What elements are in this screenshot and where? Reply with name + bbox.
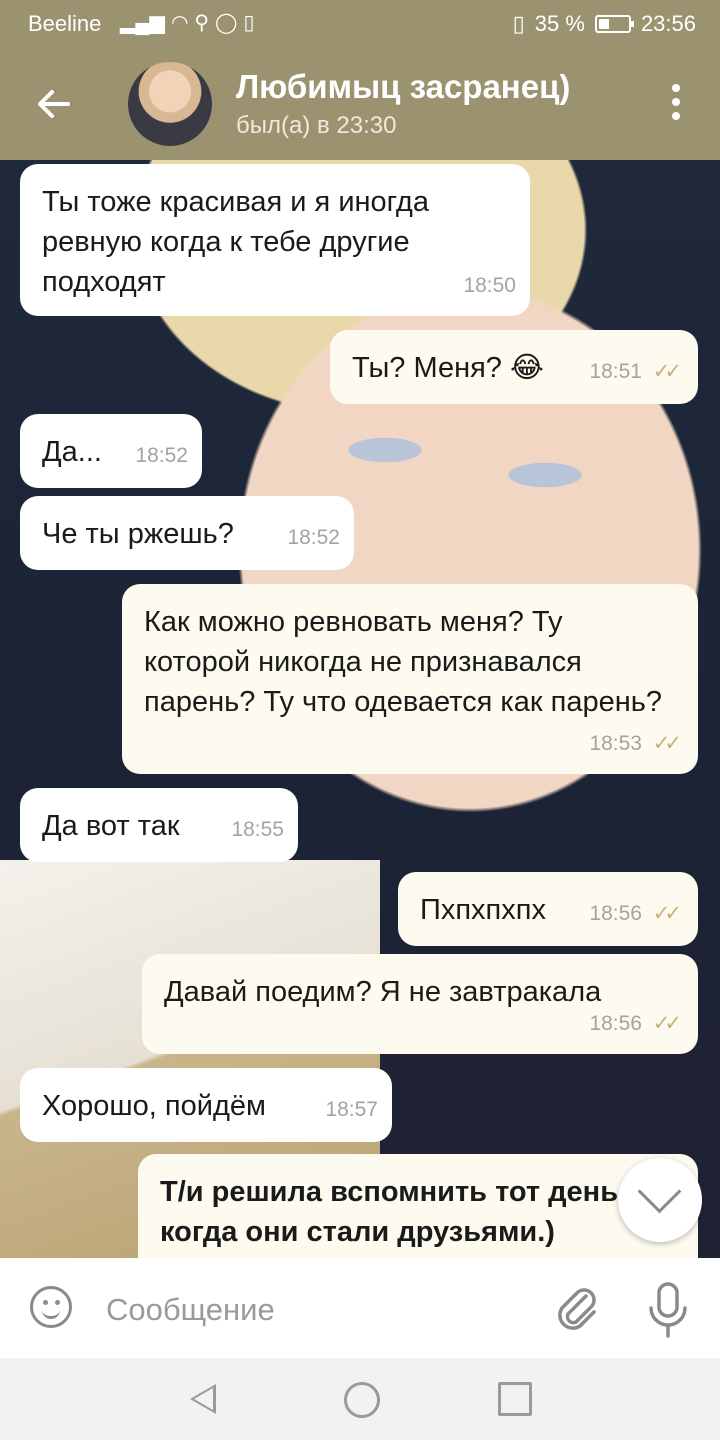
more-menu-button[interactable] [672, 84, 684, 126]
arrow-left-icon [38, 90, 70, 118]
message-bubble-incoming[interactable]: Ты тоже красивая и я иногда ревную когда… [20, 164, 530, 316]
battery-percent: 35 % [534, 11, 585, 36]
system-navigation-bar [0, 1358, 720, 1440]
message-bubble-incoming[interactable]: Че ты ржешь? 18:52 [20, 496, 354, 570]
message-bubble-incoming[interactable]: Да вот так 18:55 [20, 788, 298, 862]
message-input[interactable] [104, 1286, 528, 1334]
signal-icon: ▂▄▆ [120, 12, 165, 34]
message-text: Хорошо, пойдём [42, 1090, 266, 1122]
chevron-down-icon [637, 1169, 682, 1214]
message-time: 18:56 [589, 902, 642, 925]
message-bubble-outgoing[interactable]: Пхпхпхпх 18:56 ✓✓ [398, 872, 698, 946]
search-icon: ⚲ [194, 12, 210, 34]
nav-home-icon[interactable] [344, 1382, 380, 1418]
chat-header: Любимыц засранец) был(а) в 23:30 [0, 48, 720, 160]
microphone-icon [649, 1282, 687, 1338]
nav-back-icon[interactable] [190, 1384, 216, 1414]
message-time: 18:56 [589, 1012, 642, 1035]
message-time: 18:52 [287, 526, 340, 549]
read-receipt-icon: ✓✓ [652, 732, 682, 755]
chat-area[interactable]: Ты тоже красивая и я иногда ревную когда… [0, 160, 720, 1258]
message-time: 18:50 [463, 274, 516, 297]
carrier-name: Beeline [28, 11, 102, 36]
message-text: Давай поедим? Я не завтракала [164, 976, 602, 1008]
message-bubble-outgoing[interactable]: Как можно ревновать меня? Ту которой ник… [122, 584, 698, 774]
status-bar: Beeline ▂▄▆ ◠ ⚲ ◯ ▯ ▯ 35 % 23:56 [0, 0, 720, 48]
message-time: 18:55 [231, 818, 284, 841]
message-bubble-outgoing[interactable]: Давай поедим? Я не завтракала 18:56 ✓✓ [142, 954, 698, 1054]
battery-icon [594, 15, 634, 33]
vibrate-icon: ▯ [512, 11, 525, 36]
message-text: Да... [42, 436, 102, 468]
message-text: Т/и решила вспомнить тот день когда они … [160, 1176, 619, 1248]
message-composer [0, 1258, 720, 1358]
paperclip-icon [558, 1288, 596, 1330]
emoji-button[interactable] [30, 1286, 72, 1328]
message-bubble-outgoing[interactable]: Ты? Меня? 😂 18:51 ✓✓ [330, 330, 698, 404]
message-text: Как можно ревновать меня? Ту которой ник… [144, 606, 662, 718]
clock: 23:56 [640, 11, 696, 36]
read-receipt-icon: ✓✓ [652, 360, 682, 383]
attach-button[interactable] [552, 1282, 600, 1334]
more-vert-icon [672, 84, 680, 92]
read-receipt-icon: ✓✓ [652, 902, 682, 925]
battery-fill [598, 19, 609, 29]
wifi-icon: ◠ [170, 12, 189, 34]
last-seen-status: был(а) в 23:30 [236, 112, 397, 139]
message-time: 18:51 [589, 360, 642, 383]
status-icons: ▂▄▆ ◠ ⚲ ◯ ▯ [120, 10, 254, 35]
contact-name[interactable]: Любимыц засранец) [236, 68, 570, 106]
message-text: Ты тоже красивая и я иногда ревную когда… [42, 186, 429, 298]
read-receipt-icon: ✓✓ [652, 1012, 682, 1035]
message-bubble-outgoing[interactable]: Т/и решила вспомнить тот день когда они … [138, 1154, 698, 1258]
message-time: 18:57 [325, 1098, 378, 1121]
voice-message-button[interactable] [646, 1280, 690, 1340]
message-text: Да вот так [42, 810, 180, 842]
message-time: 18:53 [589, 732, 642, 755]
message-time: 18:52 [135, 444, 188, 467]
avatar[interactable] [128, 62, 212, 146]
back-button[interactable] [32, 82, 76, 126]
message-text: Ты? Меня? 😂 [352, 352, 544, 384]
message-bubble-incoming[interactable]: Да... 18:52 [20, 414, 202, 488]
whatsapp-icon: ◯ [215, 12, 238, 34]
message-text: Че ты ржешь? [42, 518, 234, 550]
message-bubble-incoming[interactable]: Хорошо, пойдём 18:57 [20, 1068, 392, 1142]
message-text: Пхпхпхпх [420, 894, 546, 926]
scroll-to-bottom-button[interactable] [618, 1158, 702, 1242]
download-icon: ▯ [243, 12, 255, 34]
nav-recents-icon[interactable] [498, 1382, 532, 1416]
